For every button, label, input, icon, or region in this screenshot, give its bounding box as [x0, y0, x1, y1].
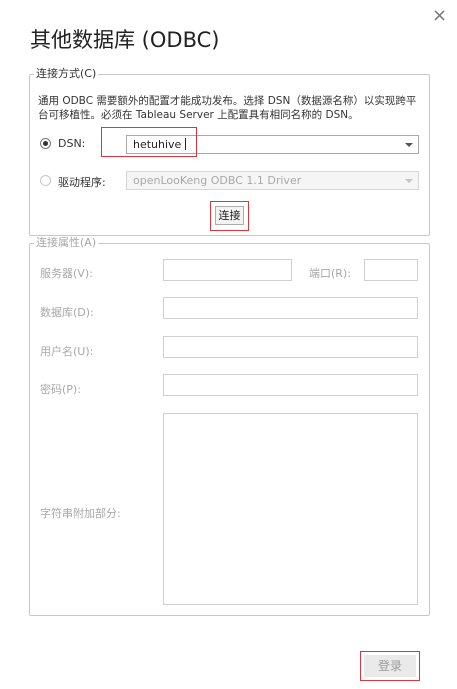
password-label: 密码(P): [40, 383, 81, 396]
dsn-label: DSN: [58, 137, 86, 150]
connection-method-legend: 连接方式(C) [36, 67, 97, 80]
string-extras-label: 字符串附加部分: [40, 507, 121, 520]
login-button[interactable]: 登录 [360, 651, 420, 681]
username-label: 用户名(U): [40, 345, 94, 358]
dialog-title: 其他数据库 (ODBC) [30, 28, 220, 52]
connection-properties-legend: 连接属性(A) [36, 236, 97, 249]
chevron-down-icon[interactable] [405, 179, 413, 183]
dsn-highlight-box [101, 127, 197, 157]
connection-description: 通用 ODBC 需要额外的配置才能成功发布。选择 DSN（数据源名称）以实现跨平… [38, 95, 417, 121]
dsn-radio[interactable] [40, 138, 51, 149]
string-extras-textarea[interactable] [163, 413, 418, 605]
server-label: 服务器(V): [40, 267, 93, 280]
server-input[interactable] [163, 259, 292, 281]
username-input[interactable] [163, 336, 418, 358]
driver-select-value: openLooKeng ODBC 1.1 Driver [133, 174, 302, 187]
password-input[interactable] [163, 374, 418, 396]
driver-radio[interactable] [40, 175, 51, 186]
chevron-down-icon[interactable] [405, 143, 413, 147]
close-icon[interactable]: × [432, 7, 448, 25]
database-input[interactable] [163, 297, 418, 319]
driver-select[interactable]: openLooKeng ODBC 1.1 Driver [126, 171, 419, 190]
driver-label: 驱动程序: [58, 176, 106, 189]
login-button-label: 登录 [364, 655, 416, 677]
port-label: 端口(R): [309, 267, 351, 280]
connect-button[interactable]: 连接 [215, 206, 244, 225]
port-input[interactable] [364, 259, 418, 281]
database-label: 数据库(D): [40, 306, 94, 319]
